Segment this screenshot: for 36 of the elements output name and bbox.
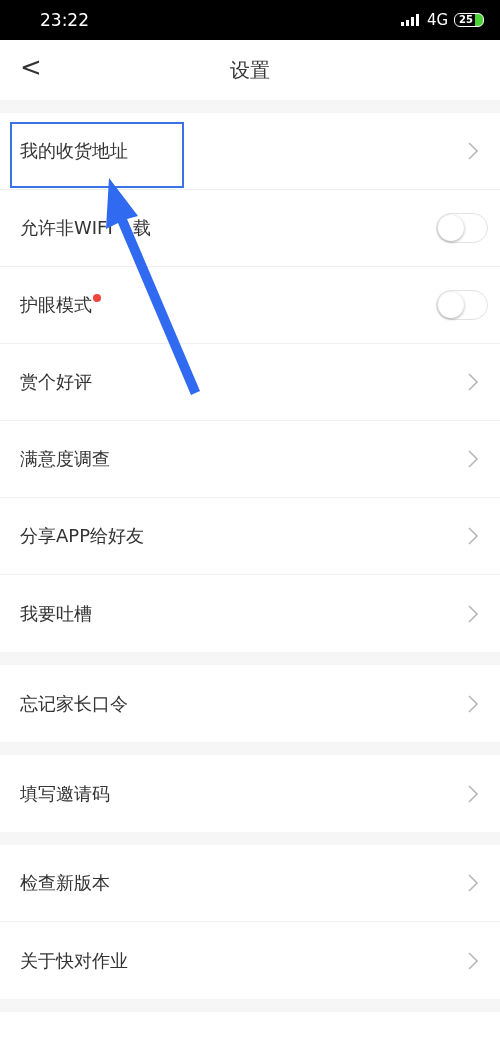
network-type: 4G	[426, 11, 449, 29]
row-label: 分享APP给好友	[20, 524, 145, 548]
back-button[interactable]: <	[16, 52, 46, 82]
toggle-switch[interactable]	[436, 290, 488, 320]
chevron-right-icon	[468, 604, 478, 623]
row-label: 忘记家长口令	[20, 691, 128, 716]
settings-row[interactable]: 我要吐槽	[0, 575, 500, 652]
signal-icon	[400, 14, 421, 26]
settings-row[interactable]: 满意度调查	[0, 421, 500, 498]
settings-row[interactable]: 关于快对作业	[0, 922, 500, 999]
chevron-right-icon	[468, 694, 478, 713]
chevron-right-icon	[468, 784, 478, 803]
chevron-right-icon	[468, 142, 478, 160]
toggle-switch[interactable]	[436, 213, 488, 243]
settings-row[interactable]: 忘记家长口令	[0, 665, 500, 742]
chevron-right-icon	[468, 373, 478, 391]
chevron-right-icon	[468, 527, 478, 545]
row-label: 关于快对作业	[20, 948, 128, 973]
battery-indicator: 25	[454, 13, 484, 27]
status-time: 23:22	[40, 10, 89, 30]
chevron-right-icon	[468, 450, 478, 468]
row-label: 填写邀请码	[20, 781, 110, 806]
row-label: 满意度调查	[20, 447, 110, 471]
row-label: 我要吐槽	[20, 601, 92, 626]
page-title: 设置	[230, 56, 270, 84]
row-label: 检查新版本	[20, 871, 110, 895]
settings-row[interactable]: 检查新版本	[0, 845, 500, 922]
settings-row[interactable]: 我的收货地址	[0, 113, 500, 190]
chevron-right-icon	[468, 951, 478, 970]
settings-row[interactable]: 分享APP给好友	[0, 498, 500, 575]
row-label: 赏个好评	[20, 370, 92, 394]
chevron-right-icon	[468, 874, 478, 892]
settings-row[interactable]: 填写邀请码	[0, 755, 500, 832]
row-label: 我的收货地址	[20, 139, 128, 163]
row-label: 载	[132, 216, 151, 240]
row-label: 护眼模式	[20, 293, 92, 317]
